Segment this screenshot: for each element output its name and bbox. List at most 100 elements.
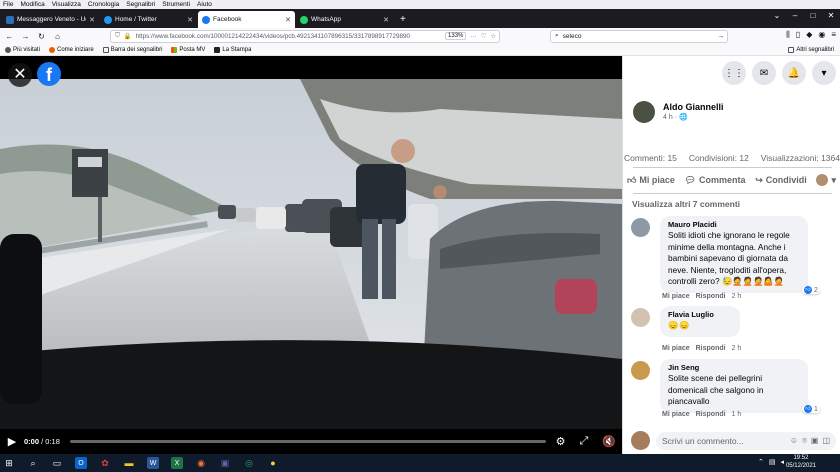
tab-twitter[interactable]: Home / Twitter ✕ xyxy=(100,11,197,28)
share-button[interactable]: ↪ Condividi xyxy=(755,175,807,186)
close-tab-icon[interactable]: ✕ xyxy=(285,16,291,24)
lock-icon[interactable]: 🔒 xyxy=(124,32,132,40)
bookmark-posta-mv[interactable]: Posta MV xyxy=(171,46,205,53)
menu-file[interactable]: File xyxy=(3,0,13,9)
commenter-name[interactable]: Mauro Placidi xyxy=(668,219,800,230)
commenter-avatar[interactable] xyxy=(631,361,650,380)
close-window-icon[interactable]: ✕ xyxy=(822,9,840,23)
teams-icon[interactable]: ▣ xyxy=(219,457,231,469)
url-bar[interactable]: ⛉ 🔒 https://www.facebook.com/10000121422… xyxy=(110,29,500,43)
bookmark-la-stampa[interactable]: La Stampa xyxy=(214,46,251,53)
volume-icon[interactable]: ◂ xyxy=(780,458,784,466)
tab-facebook[interactable]: Facebook ✕ xyxy=(198,11,295,28)
new-tab-icon[interactable]: + xyxy=(394,14,412,28)
gif-icon[interactable]: ▣ xyxy=(811,436,819,446)
sidebar-icon[interactable]: ▯ xyxy=(796,30,800,40)
comment-reply-link[interactable]: Rispondi xyxy=(696,293,726,300)
commenter-avatar[interactable] xyxy=(631,308,650,327)
menu-strumenti[interactable]: Strumenti xyxy=(162,0,190,9)
comment-reply-link[interactable]: Rispondi xyxy=(696,345,726,352)
bookmark-star-icon[interactable]: ☆ xyxy=(490,33,499,40)
menu-cronologia[interactable]: Cronologia xyxy=(88,0,119,9)
menu-hamburger-icon[interactable]: ≡ xyxy=(831,30,836,40)
account-dropdown-icon[interactable]: ▾ xyxy=(812,61,836,85)
forward-icon[interactable]: → xyxy=(19,32,32,41)
close-tab-icon[interactable]: ✕ xyxy=(383,16,389,24)
minimize-icon[interactable]: – xyxy=(786,9,804,23)
tab-messaggero[interactable]: Messaggero Veneto - Udine ✕ xyxy=(2,11,99,28)
comment-like-link[interactable]: Mi piace xyxy=(662,411,690,418)
extension-icon[interactable]: ◆ xyxy=(806,30,812,40)
reload-icon[interactable]: ↻ xyxy=(35,32,48,41)
comment-time[interactable]: 2 h xyxy=(732,345,742,352)
comment-reactions[interactable]: 👍︎ 1 xyxy=(802,405,820,413)
post-time[interactable]: 4 h · 🌐 xyxy=(663,113,724,121)
play-icon[interactable]: ▶ xyxy=(6,435,18,448)
page-actions-icon[interactable]: ··· xyxy=(470,33,476,40)
bookmark-come-iniziare[interactable]: Come iniziare xyxy=(49,46,94,53)
notifications-bell-icon[interactable]: 🔔 xyxy=(782,61,806,85)
menu-grid-icon[interactable]: ⋮⋮ xyxy=(722,61,746,85)
tray-chevron-icon[interactable]: ⌃ xyxy=(758,458,764,466)
comment-button[interactable]: 💬︎ Commenta xyxy=(685,175,746,186)
word-icon[interactable]: W xyxy=(147,457,159,469)
comment-time[interactable]: 2 h xyxy=(732,293,742,300)
menu-aiuto[interactable]: Aiuto xyxy=(197,0,212,9)
close-viewer-icon[interactable]: ✕ xyxy=(8,63,32,87)
sticker-icon[interactable]: ◫ xyxy=(822,436,830,446)
task-view-icon[interactable]: ▭ xyxy=(51,457,63,469)
maximize-icon[interactable]: □ xyxy=(804,9,822,23)
comment-input[interactable]: Scrivi un commento... ☺ ⌾ ▣ ◫ xyxy=(656,431,836,450)
back-icon[interactable]: ← xyxy=(3,32,16,41)
comment-reply-link[interactable]: Rispondi xyxy=(696,411,726,418)
commenter-name[interactable]: Flavia Luglio xyxy=(668,309,732,320)
search-text[interactable]: seleco xyxy=(563,33,714,40)
commenter-name[interactable]: Jin Seng xyxy=(668,362,800,373)
mute-icon[interactable]: 🔇 xyxy=(602,435,616,448)
firefox-icon[interactable]: ◉ xyxy=(195,457,207,469)
menu-segnalibri[interactable]: Segnalibri xyxy=(126,0,155,9)
close-tab-icon[interactable]: ✕ xyxy=(187,16,193,24)
shares-count[interactable]: Condivisioni: 12 xyxy=(689,153,749,163)
url-text[interactable]: https://www.facebook.com/100001214222434… xyxy=(136,33,441,40)
excel-icon[interactable]: X xyxy=(171,457,183,469)
tab-list-icon[interactable]: ⌄ xyxy=(768,9,786,23)
outlook-icon[interactable]: O xyxy=(75,457,87,469)
pocket-icon[interactable]: ♡ xyxy=(481,33,487,40)
menu-visualizza[interactable]: Visualizza xyxy=(52,0,81,9)
folder-icon[interactable]: ▬ xyxy=(123,457,135,469)
close-tab-icon[interactable]: ✕ xyxy=(89,16,95,24)
system-clock[interactable]: 19:52 05/12/2021 xyxy=(786,455,816,470)
comment-time[interactable]: 1 h xyxy=(732,411,742,418)
search-go-icon[interactable]: → xyxy=(718,33,728,40)
video-frame[interactable] xyxy=(0,79,622,429)
commenter-avatar[interactable] xyxy=(631,218,650,237)
author-avatar[interactable] xyxy=(633,101,655,123)
like-button[interactable]: 👍︎ Mi piace xyxy=(627,175,675,186)
chrome-icon[interactable]: ◎ xyxy=(243,457,255,469)
tab-whatsapp[interactable]: WhatsApp ✕ xyxy=(296,11,393,28)
shield-icon[interactable]: ⛉ xyxy=(115,32,120,40)
account-icon[interactable]: ◉ xyxy=(818,30,825,40)
search-bar[interactable]: ⌕ seleco → xyxy=(550,29,728,43)
comment-like-link[interactable]: Mi piace xyxy=(662,293,690,300)
windows-start-icon[interactable]: ⊞ xyxy=(3,457,15,469)
bookmark-barra-segnalibri[interactable]: Barra dei segnalibri xyxy=(102,46,162,53)
reaction-identity-selector[interactable]: ▾ xyxy=(816,174,836,186)
search-icon[interactable]: ⌕ xyxy=(27,457,39,469)
comments-count[interactable]: Commenti: 15 xyxy=(624,153,677,163)
show-more-comments[interactable]: Visualizza altri 7 commenti xyxy=(632,199,740,209)
camera-icon[interactable]: ⌾ xyxy=(802,436,807,446)
home-icon[interactable]: ⌂ xyxy=(51,32,64,41)
facebook-logo-icon[interactable]: f xyxy=(37,62,61,86)
comment-like-link[interactable]: Mi piace xyxy=(662,345,690,352)
author-name[interactable]: Aldo Giannelli xyxy=(663,101,724,113)
fullscreen-icon[interactable]: ⤢ xyxy=(579,435,588,448)
menu-modifica[interactable]: Modifica xyxy=(20,0,44,9)
zoom-indicator[interactable]: 133% xyxy=(445,32,467,40)
app-icon[interactable]: ✿ xyxy=(99,457,111,469)
library-icon[interactable]: ⫼ xyxy=(786,30,790,40)
comment-reactions[interactable]: 👍︎ 2 xyxy=(802,286,820,294)
settings-gear-icon[interactable]: ⚙ xyxy=(556,435,566,448)
messenger-icon[interactable]: ✉ xyxy=(752,61,776,85)
